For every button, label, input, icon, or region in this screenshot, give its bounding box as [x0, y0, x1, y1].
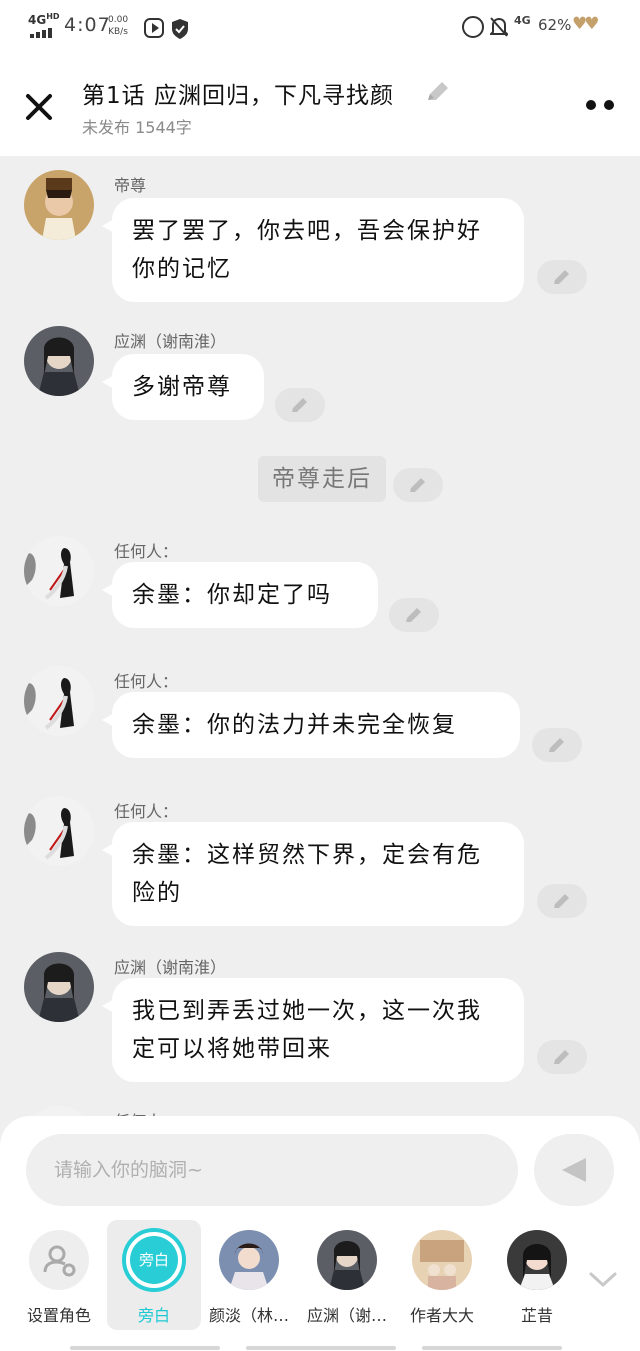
avatar [219, 1230, 279, 1290]
avatar[interactable] [24, 536, 94, 606]
avatar[interactable] [24, 326, 94, 396]
chat-list[interactable]: 帝尊 罢了罢了，你去吧，吾会保护好你的记忆 应渊（谢南淮） 多谢帝尊 帝尊走后 … [0, 156, 640, 1126]
message-bubble[interactable]: 我已到弄丢过她一次，这一次我定可以将她带回来 [102, 978, 524, 1082]
network-type: 4GHD [28, 12, 60, 27]
role-item-zhixi[interactable]: 芷昔 [490, 1220, 584, 1330]
role-scrollbar [70, 1346, 570, 1350]
role-label: 颜淡（林… [208, 1306, 289, 1325]
more-options-button[interactable] [584, 98, 618, 112]
role-item-author[interactable]: 作者大大 [395, 1220, 489, 1330]
avatar [317, 1230, 377, 1290]
edit-message-button[interactable] [275, 388, 325, 422]
message-bubble[interactable]: 余墨：你的法力并未完全恢复 [102, 692, 520, 758]
pencil-icon [549, 738, 564, 752]
pencil-icon [554, 1050, 569, 1064]
avatar[interactable] [24, 952, 94, 1022]
status-bar: 4GHD 4:07 0.00 KB/s 4G 62% ♥♥ [0, 0, 640, 56]
sender-name: 帝尊 [114, 176, 147, 195]
message-bubble[interactable]: 余墨：这样贸然下界，定会有危险的 [102, 822, 524, 926]
sender-name: 应渊（谢南淮） [114, 958, 227, 977]
pencil-icon [406, 608, 421, 622]
edit-message-button[interactable] [537, 884, 587, 918]
bell-muted-icon [488, 16, 510, 38]
pencil-icon [292, 398, 307, 412]
chevron-down-icon[interactable] [588, 1270, 618, 1290]
battery-hearts-icon: ♥♥ [572, 14, 600, 34]
role-selector: 设置角色 旁白 旁白 颜淡（林… 应渊（谢… 作者大大 芷昔 [0, 1220, 640, 1330]
chapter-title[interactable]: 第1话 应渊回归，下凡寻找颜 [82, 76, 394, 110]
avatar[interactable] [24, 170, 94, 240]
message-bubble[interactable]: 多谢帝尊 [102, 354, 264, 420]
editor-header: 第1话 应渊回归，下凡寻找颜 未发布 1544字 [0, 56, 640, 156]
role-item-set-role[interactable]: 设置角色 [12, 1220, 106, 1330]
edit-narration-button[interactable] [393, 468, 443, 502]
role-label: 芷昔 [520, 1306, 553, 1325]
avatar[interactable] [24, 796, 94, 866]
send-icon [562, 1158, 586, 1182]
message-bubble[interactable]: 余墨：你却定了吗 [102, 562, 378, 628]
pencil-icon [410, 478, 425, 492]
send-button[interactable] [534, 1134, 614, 1206]
clock: 4:07 [64, 14, 111, 36]
close-icon [26, 94, 52, 120]
shield-icon [170, 18, 190, 39]
sender-name: 任何人： [114, 802, 179, 821]
pencil-icon [554, 894, 569, 908]
role-label: 作者大大 [409, 1306, 474, 1325]
edit-message-button[interactable] [537, 1040, 587, 1074]
role-label: 设置角色 [26, 1306, 91, 1325]
edit-message-button[interactable] [537, 260, 587, 294]
narrator-badge: 旁白 [122, 1228, 186, 1292]
close-button[interactable] [22, 90, 56, 124]
media-play-icon [144, 18, 164, 38]
avatar [507, 1230, 567, 1290]
alarm-icon [462, 16, 484, 38]
role-item-narrator[interactable]: 旁白 旁白 [107, 1220, 201, 1330]
network-speed: 0.00 KB/s [108, 15, 129, 37]
role-item-yingyuan[interactable]: 应渊（谢… [300, 1220, 394, 1330]
sender-name: 任何人： [114, 542, 179, 561]
add-role-icon [29, 1230, 89, 1290]
edit-title-icon[interactable] [424, 78, 452, 106]
battery-percent: 62% [538, 16, 572, 34]
narration-text[interactable]: 帝尊走后 [258, 456, 386, 502]
role-item-yandan[interactable]: 颜淡（林… [202, 1220, 296, 1330]
word-count: 未发布 1544字 [82, 118, 192, 137]
story-input[interactable] [26, 1134, 518, 1206]
signal-icon [30, 28, 56, 38]
message-bubble[interactable]: 罢了罢了，你去吧，吾会保护好你的记忆 [102, 198, 524, 302]
composer-panel: 设置角色 旁白 旁白 颜淡（林… 应渊（谢… 作者大大 [0, 1116, 640, 1351]
edit-message-button[interactable] [532, 728, 582, 762]
role-label: 旁白 [137, 1306, 170, 1325]
pencil-icon [554, 270, 569, 284]
sender-name: 应渊（谢南淮） [114, 332, 227, 351]
sender-name: 任何人： [114, 672, 179, 691]
role-label: 应渊（谢… [306, 1306, 387, 1325]
avatar [412, 1230, 472, 1290]
network-4g: 4G [514, 14, 531, 27]
avatar[interactable] [24, 666, 94, 736]
edit-message-button[interactable] [389, 598, 439, 632]
